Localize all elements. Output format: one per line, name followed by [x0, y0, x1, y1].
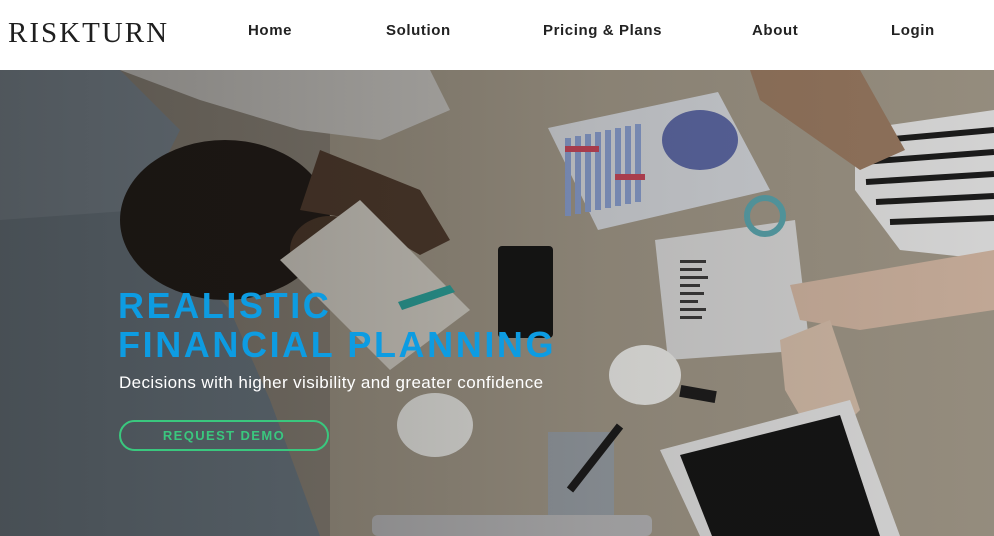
hero-section: REALISTIC FINANCIAL PLANNING Decisions w… [0, 70, 994, 536]
request-demo-button[interactable]: REQUEST DEMO [119, 420, 329, 451]
nav-login-link[interactable]: Login [891, 22, 935, 40]
site-header: RISKTURN Home Solution Pricing & Plans A… [0, 0, 994, 70]
hero-headline: REALISTIC FINANCIAL PLANNING [118, 286, 556, 364]
nav-pricing-link[interactable]: Pricing & Plans [543, 22, 662, 40]
nav-solution-link[interactable]: Solution [386, 22, 451, 40]
brand-logo[interactable]: RISKTURN [8, 17, 169, 49]
hero-headline-line2: FINANCIAL PLANNING [118, 324, 557, 365]
hero-headline-line1: REALISTIC [118, 285, 332, 326]
nav-about-link[interactable]: About [752, 22, 798, 40]
nav-home-link[interactable]: Home [248, 22, 292, 40]
hero-subheadline: Decisions with higher visibility and gre… [119, 373, 544, 392]
